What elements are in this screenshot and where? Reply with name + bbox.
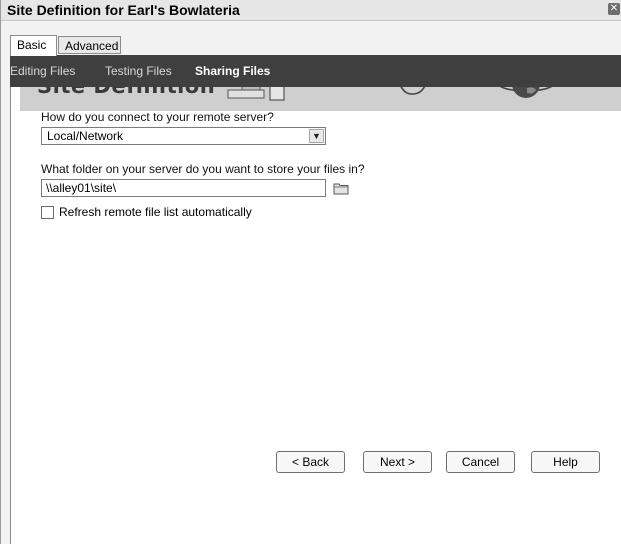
connect-question-label: How do you connect to your remote server… [41,110,274,124]
remote-folder-value: \\alley01\site\ [46,181,117,195]
refresh-checkbox-label[interactable]: Refresh remote file list automatically [59,205,252,219]
back-button[interactable]: < Back [276,451,345,473]
title-bar: Site Definition for Earl's Bowlateria ✕ [1,0,621,21]
close-icon[interactable]: ✕ [608,3,620,15]
chevron-down-icon[interactable]: ▼ [309,129,324,143]
step-editing-files[interactable]: Editing Files [10,64,75,78]
folder-icon[interactable] [333,181,349,195]
connection-type-value: Local/Network [47,129,124,143]
wizard-steps: Editing Files Testing Files Sharing File… [10,55,621,87]
connection-type-select[interactable]: Local/Network ▼ [41,127,326,145]
tab-advanced[interactable]: Advanced [58,36,121,54]
step-testing-files[interactable]: Testing Files [105,64,172,78]
refresh-checkbox[interactable] [41,206,54,219]
next-button[interactable]: Next > [363,451,432,473]
remote-folder-input[interactable]: \\alley01\site\ [41,179,326,197]
folder-question-label: What folder on your server do you want t… [41,162,365,176]
help-button[interactable]: Help [531,451,600,473]
tab-basic[interactable]: Basic [10,35,57,56]
step-sharing-files[interactable]: Sharing Files [195,64,270,78]
dialog-window: Site Definition for Earl's Bowlateria ✕ … [0,0,621,544]
window-title: Site Definition for Earl's Bowlateria [7,2,240,18]
cancel-button[interactable]: Cancel [446,451,515,473]
